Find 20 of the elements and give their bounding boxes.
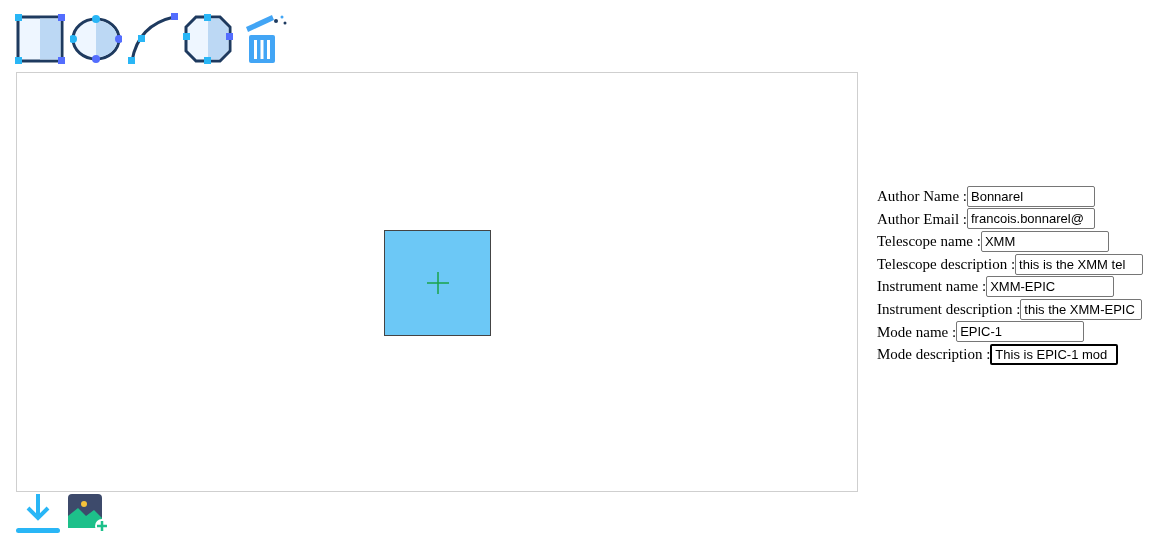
field-label: Telescope name : xyxy=(877,232,981,252)
text-field[interactable]: EPIC-1 xyxy=(956,321,1085,343)
curve-tool-icon[interactable] xyxy=(126,10,178,67)
text-field[interactable]: francois.bonnarel@ xyxy=(967,208,1095,230)
text-field[interactable]: XMM-EPIC xyxy=(986,276,1115,298)
field-label: Mode name : xyxy=(877,322,957,342)
field-label: Instrument description : xyxy=(877,300,1021,319)
field-label: Mode description : xyxy=(877,345,991,365)
field-label: Instrument name : xyxy=(877,277,987,297)
text-field[interactable]: XMM xyxy=(980,231,1109,252)
add-image-button[interactable] xyxy=(68,494,110,534)
text-field[interactable]: This is EPIC-1 mod xyxy=(990,343,1119,365)
square-shape[interactable] xyxy=(384,229,491,336)
plus-icon xyxy=(426,271,449,294)
text-field[interactable]: this is the XMM tel xyxy=(1015,253,1144,275)
field-label: Author Name : xyxy=(877,187,967,207)
field-label: Author Email : xyxy=(877,209,967,229)
text-field[interactable]: this the XMM-EPIC xyxy=(1020,298,1143,320)
field-label: Telescope description : xyxy=(877,254,1016,274)
text-field[interactable]: Bonnarel xyxy=(967,185,1095,207)
